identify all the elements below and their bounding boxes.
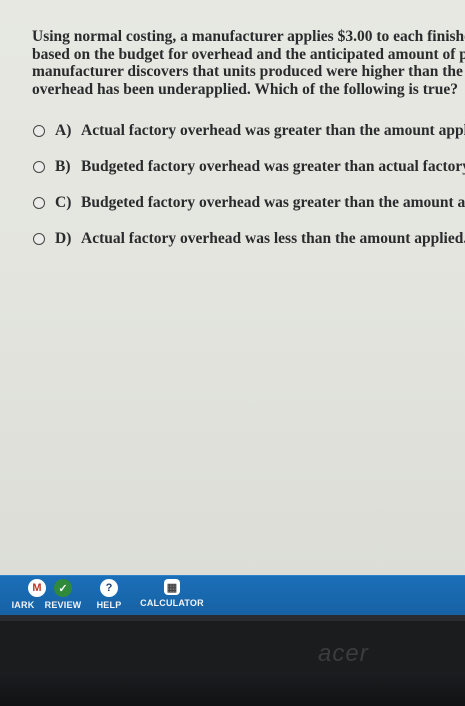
option-letter: C) (55, 194, 72, 211)
monitor-bezel (0, 615, 465, 621)
calculator-label: CALCULATOR (140, 598, 204, 608)
monitor-brand-logo: acer (318, 640, 369, 667)
radio-button[interactable] (33, 197, 45, 209)
checkmark-icon: ✓ (54, 579, 72, 597)
exam-toolbar: M IARK ✓ REVIEW ? HELP ▦ CALCULATOR (0, 575, 465, 616)
review-button[interactable]: ✓ REVIEW (38, 576, 88, 616)
question-line: Using normal costing, a manufacturer app… (32, 28, 465, 45)
question-mark-icon: ? (100, 579, 118, 597)
radio-button[interactable] (33, 125, 45, 137)
option-letter: D) (55, 230, 72, 247)
option-d[interactable]: D) Actual factory overhead was less than… (33, 221, 465, 257)
option-c[interactable]: C) Budgeted factory overhead was greater… (33, 185, 465, 221)
mark-label: IARK (11, 600, 35, 610)
option-a[interactable]: A) Actual factory overhead was greater t… (33, 113, 465, 149)
calculator-icon: ▦ (164, 579, 180, 595)
calculator-button[interactable]: ▦ CALCULATOR (136, 576, 208, 616)
answer-options: A) Actual factory overhead was greater t… (33, 113, 465, 257)
radio-button[interactable] (33, 233, 45, 245)
monitor-bezel-bottom (0, 672, 465, 706)
radio-button[interactable] (33, 161, 45, 173)
review-label: REVIEW (44, 600, 82, 610)
option-text: Budgeted factory overhead was greater th… (81, 194, 465, 211)
question-line: based on the budget for overhead and the… (32, 45, 465, 63)
help-button[interactable]: ? HELP (86, 576, 132, 616)
option-text: Budgeted factory overhead was greater th… (81, 158, 465, 175)
option-letter: B) (55, 158, 71, 175)
option-b[interactable]: B) Budgeted factory overhead was greater… (33, 149, 465, 185)
option-text: Actual factory overhead was greater than… (81, 122, 465, 139)
question-line: overhead has been underapplied. Which of… (32, 80, 459, 98)
help-label: HELP (96, 600, 122, 610)
question-line: manufacturer discovers that units produc… (32, 63, 465, 80)
exam-screen: Using normal costing, a manufacturer app… (0, 0, 465, 575)
option-text: Actual factory overhead was less than th… (81, 230, 465, 247)
option-letter: A) (55, 122, 72, 139)
question-text: Using normal costing, a manufacturer app… (32, 28, 465, 98)
